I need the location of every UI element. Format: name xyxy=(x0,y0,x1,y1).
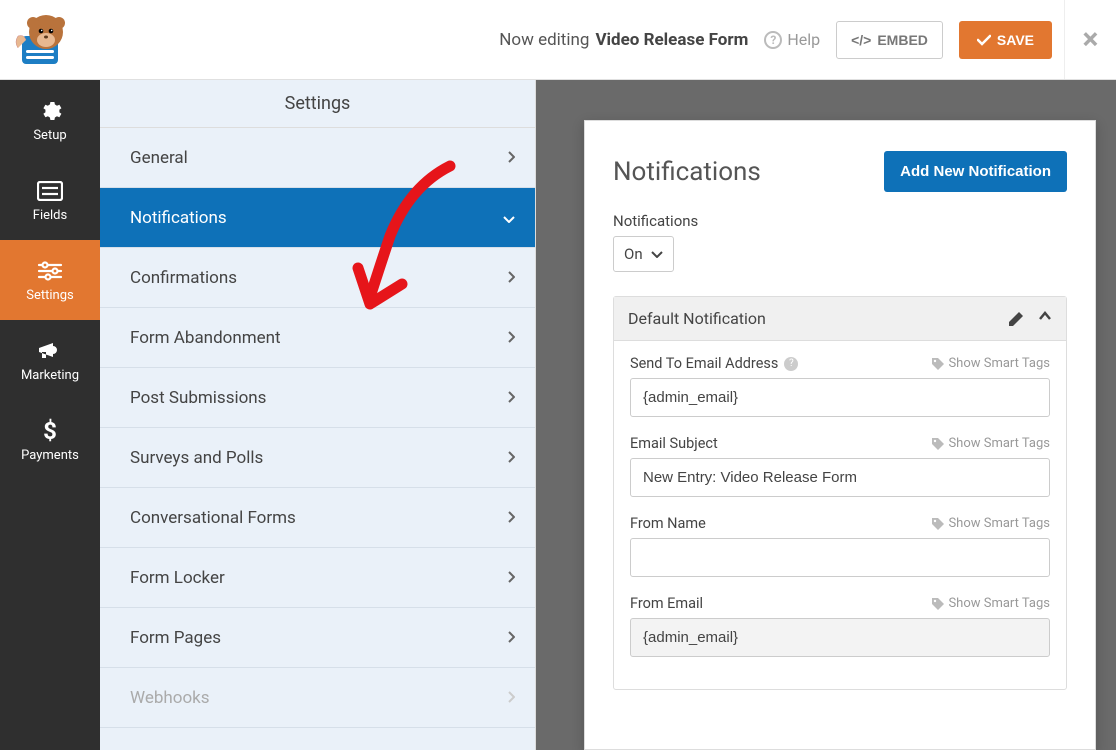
smart-tag-label: Show Smart Tags xyxy=(948,436,1050,451)
settings-item-label: Form Abandonment xyxy=(130,328,281,348)
pencil-icon[interactable] xyxy=(1008,311,1024,327)
notification-title: Default Notification xyxy=(628,309,766,328)
email-subject-input[interactable] xyxy=(630,458,1050,497)
chevron-right-icon xyxy=(507,448,515,468)
main-panel: Notifications Add New Notification Notif… xyxy=(536,80,1116,750)
gear-icon xyxy=(37,98,63,124)
settings-item-label: Form Locker xyxy=(130,568,225,588)
settings-item-general[interactable]: General xyxy=(100,128,535,188)
sidebar-item-setup[interactable]: Setup xyxy=(0,80,100,160)
chevron-right-icon xyxy=(507,628,515,648)
show-smart-tags-link[interactable]: Show Smart Tags xyxy=(931,436,1050,451)
settings-item-notifications[interactable]: Notifications xyxy=(100,188,535,248)
embed-icon: </> xyxy=(851,32,871,48)
settings-item-label: Confirmations xyxy=(130,268,237,288)
sliders-icon xyxy=(37,258,63,284)
save-label: SAVE xyxy=(997,32,1034,48)
settings-item-label: Webhooks xyxy=(130,688,210,708)
tag-icon xyxy=(931,357,944,370)
show-smart-tags-link[interactable]: Show Smart Tags xyxy=(931,596,1050,611)
sidebar-item-label: Setup xyxy=(33,128,66,143)
settings-item-confirmations[interactable]: Confirmations xyxy=(100,248,535,308)
settings-item-webhooks[interactable]: Webhooks xyxy=(100,668,535,728)
notifications-toggle-label: Notifications xyxy=(613,212,1067,230)
tag-icon xyxy=(931,517,944,530)
notification-header: Default Notification xyxy=(614,297,1066,341)
chevron-right-icon xyxy=(507,268,515,288)
smart-tag-label: Show Smart Tags xyxy=(948,356,1050,371)
settings-item-surveys-polls[interactable]: Surveys and Polls xyxy=(100,428,535,488)
settings-item-label: General xyxy=(130,148,188,168)
show-smart-tags-link[interactable]: Show Smart Tags xyxy=(931,356,1050,371)
smart-tag-label: Show Smart Tags xyxy=(948,596,1050,611)
chevron-down-icon xyxy=(503,208,515,228)
help-icon: ? xyxy=(764,31,782,49)
email-subject-label: Email Subject xyxy=(630,435,718,452)
chevron-right-icon xyxy=(507,568,515,588)
from-email-label: From Email xyxy=(630,595,703,612)
send-to-input[interactable] xyxy=(630,378,1050,417)
dollar-icon: $ xyxy=(37,418,63,444)
embed-label: EMBED xyxy=(877,32,928,48)
settings-item-form-locker[interactable]: Form Locker xyxy=(100,548,535,608)
sidebar-item-marketing[interactable]: Marketing xyxy=(0,320,100,400)
sidebar: Setup Fields Settings xyxy=(0,80,100,750)
chevron-right-icon xyxy=(507,688,515,708)
from-name-label: From Name xyxy=(630,515,706,532)
embed-button[interactable]: </> EMBED xyxy=(836,21,943,59)
close-button[interactable]: × xyxy=(1064,0,1116,79)
help-icon[interactable]: ? xyxy=(784,357,798,371)
chevron-right-icon xyxy=(507,148,515,168)
settings-item-post-submissions[interactable]: Post Submissions xyxy=(100,368,535,428)
sidebar-item-label: Marketing xyxy=(21,368,79,383)
chevron-down-icon xyxy=(651,250,663,258)
svg-text:$: $ xyxy=(43,418,57,444)
smart-tag-label: Show Smart Tags xyxy=(948,516,1050,531)
settings-item-label: Notifications xyxy=(130,208,227,228)
settings-item-conversational-forms[interactable]: Conversational Forms xyxy=(100,488,535,548)
sidebar-item-label: Settings xyxy=(26,288,73,303)
select-value: On xyxy=(624,245,643,263)
settings-item-label: Post Submissions xyxy=(130,388,266,408)
show-smart-tags-link[interactable]: Show Smart Tags xyxy=(931,516,1050,531)
page-title: Notifications xyxy=(613,157,761,187)
add-new-notification-button[interactable]: Add New Notification xyxy=(884,151,1067,192)
settings-header: Settings xyxy=(100,80,535,128)
chevron-right-icon xyxy=(507,388,515,408)
settings-item-form-pages[interactable]: Form Pages xyxy=(100,608,535,668)
sidebar-item-fields[interactable]: Fields xyxy=(0,160,100,240)
tag-icon xyxy=(931,597,944,610)
settings-item-label: Form Pages xyxy=(130,628,221,648)
form-name: Video Release Form xyxy=(595,30,748,50)
editing-prefix: Now editing xyxy=(499,30,589,50)
send-to-label: Send To Email Address ? xyxy=(630,355,798,372)
settings-sidebar: Settings General Notifications Confirmat… xyxy=(100,80,536,750)
settings-item-label: Surveys and Polls xyxy=(130,448,263,468)
settings-item-form-abandonment[interactable]: Form Abandonment xyxy=(100,308,535,368)
sidebar-item-payments[interactable]: $ Payments xyxy=(0,400,100,480)
save-button[interactable]: SAVE xyxy=(959,21,1052,59)
settings-item-label: Conversational Forms xyxy=(130,508,296,528)
check-icon xyxy=(977,34,991,46)
from-email-input[interactable] xyxy=(630,618,1050,657)
notifications-toggle-select[interactable]: On xyxy=(613,236,674,272)
list-icon xyxy=(37,178,63,204)
help-link[interactable]: ? Help xyxy=(764,30,820,49)
sidebar-item-label: Payments xyxy=(21,448,79,463)
from-name-input[interactable] xyxy=(630,538,1050,577)
help-label: Help xyxy=(787,30,820,49)
chevron-right-icon xyxy=(507,508,515,528)
wpforms-logo-icon xyxy=(8,10,74,70)
chevron-up-icon[interactable] xyxy=(1038,311,1052,327)
now-editing-label: Now editing Video Release Form xyxy=(499,30,748,50)
close-icon: × xyxy=(1083,22,1099,57)
sidebar-item-settings[interactable]: Settings xyxy=(0,240,100,320)
bullhorn-icon xyxy=(37,338,63,364)
chevron-right-icon xyxy=(507,328,515,348)
tag-icon xyxy=(931,437,944,450)
sidebar-item-label: Fields xyxy=(33,208,67,223)
